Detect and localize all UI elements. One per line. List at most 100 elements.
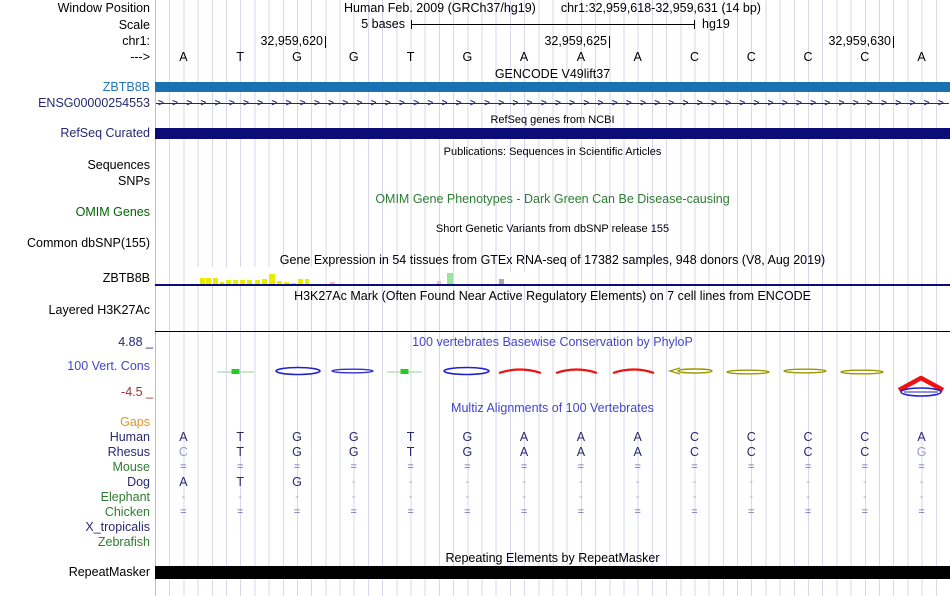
species-label-zebrafish[interactable]: Zebrafish xyxy=(0,535,150,550)
gtex-track-title: Gene Expression in 54 tissues from GTEx … xyxy=(279,253,826,267)
strand-arrow-glyph: > xyxy=(654,98,661,109)
strand-arrow-glyph: > xyxy=(810,98,817,109)
strand-arrow-glyph: > xyxy=(725,98,731,109)
base-letter: C xyxy=(746,50,756,64)
strand-arrow-glyph: > xyxy=(895,98,902,109)
strand-arrow-glyph: > xyxy=(923,98,930,109)
repeatmasker-label[interactable]: RepeatMasker xyxy=(0,565,150,580)
ensembl-transcript-label[interactable]: ENSG00000254553 xyxy=(0,96,150,111)
alignment-cell: A xyxy=(576,445,586,459)
species-label-human[interactable]: Human xyxy=(0,430,150,445)
alignment-cell: G xyxy=(462,445,473,459)
alignment-cell: - xyxy=(579,476,583,488)
strand-arrow-glyph: > xyxy=(866,98,873,109)
gencode-gene-label[interactable]: ZBTB8B xyxy=(0,80,150,95)
strand-arrow-glyph: > xyxy=(441,98,448,109)
base-letter: A xyxy=(179,50,188,64)
base-letter: C xyxy=(803,50,813,64)
alignment-cell: = xyxy=(577,461,585,473)
alignment-cell: A xyxy=(179,430,188,444)
assembly-title: Human Feb. 2009 (GRCh37/hg19) xyxy=(344,1,536,15)
alignment-cell: = xyxy=(180,506,187,518)
strand-arrow-glyph: > xyxy=(200,98,207,109)
alignment-cell: - xyxy=(465,491,470,503)
gencode-gene-bar[interactable] xyxy=(155,82,950,92)
dbsnp-track-title: Short Genetic Variants from dbSNP releas… xyxy=(435,223,670,235)
species-label-dog[interactable]: Dog xyxy=(0,475,150,490)
base-letter: G xyxy=(348,50,359,64)
strand-arrow-glyph: > xyxy=(937,98,944,109)
alignment-cell: = xyxy=(180,461,187,473)
snps-label[interactable]: SNPs xyxy=(0,174,150,189)
gtex-gene-label[interactable]: ZBTB8B xyxy=(0,271,150,286)
strand-arrow-glyph: > xyxy=(555,98,561,109)
alignment-cell: - xyxy=(635,476,640,488)
alignment-cell: - xyxy=(862,476,867,488)
alignment-cell: A xyxy=(633,445,642,459)
alignment-cell: - xyxy=(806,476,810,488)
alignment-cell: - xyxy=(862,491,867,503)
alignment-cell: T xyxy=(406,430,415,444)
genome-browser-view: Window Position Scale chr1: ---> Human F… xyxy=(0,0,950,596)
alignment-cell: T xyxy=(236,430,244,444)
conservation-label[interactable]: 100 Vert. Cons xyxy=(0,359,150,374)
alignment-cell: = xyxy=(634,461,641,473)
alignment-cell: - xyxy=(351,476,356,488)
species-label-x_tropicalis[interactable]: X_tropicalis xyxy=(0,520,150,535)
h3k27ac-label[interactable]: Layered H3K27Ac xyxy=(0,303,150,318)
ruler-coordinate: 32,959,630 xyxy=(828,34,891,48)
repeatmasker-bar[interactable] xyxy=(155,566,950,579)
alignment-cell: - xyxy=(749,491,754,503)
alignment-cell: = xyxy=(236,461,244,473)
alignment-cell: = xyxy=(691,506,698,518)
base-letter: A xyxy=(576,50,586,64)
ruler-tick xyxy=(325,36,326,48)
alignment-cell: - xyxy=(465,476,470,488)
refseq-curated-label[interactable]: RefSeq Curated xyxy=(0,126,150,141)
dbsnp-label[interactable]: Common dbSNP(155) xyxy=(0,236,150,251)
strand-arrow-glyph: > xyxy=(781,98,788,109)
alignment-cell: A xyxy=(179,475,188,489)
omim-genes-label[interactable]: OMIM Genes xyxy=(0,205,150,220)
transcript-arrow-row[interactable]: > > > > > > > > > > > > > > > > > > > > > > > > > > > > > > > > > > > > > > > >… xyxy=(155,97,950,110)
species-label-mouse[interactable]: Mouse xyxy=(0,460,150,475)
publications-track-title: Publications: Sequences in Scientific Ar… xyxy=(443,146,662,158)
sequences-label[interactable]: Sequences xyxy=(0,158,150,173)
alignment-cell: C xyxy=(803,430,813,444)
alignment-cell: - xyxy=(919,491,924,503)
alignment-cell: - xyxy=(408,476,413,488)
strand-arrow-glyph: > xyxy=(469,98,476,109)
strand-arrow-glyph: > xyxy=(342,98,349,109)
strand-arrow-glyph: > xyxy=(881,98,887,109)
species-label-elephant[interactable]: Elephant xyxy=(0,490,150,505)
alignment-cell: - xyxy=(238,491,242,503)
species-label-rhesus[interactable]: Rhesus xyxy=(0,445,150,460)
alignment-cell: C xyxy=(746,430,756,444)
alignment-cell: = xyxy=(520,506,528,518)
alignment-cell: = xyxy=(350,461,357,473)
base-letter: T xyxy=(236,50,244,64)
species-label-chicken[interactable]: Chicken xyxy=(0,505,150,520)
alignment-cell: - xyxy=(351,491,356,503)
strand-arrow-glyph: > xyxy=(271,98,278,109)
alignment-cell: - xyxy=(579,491,583,503)
window-position-label: Window Position xyxy=(57,1,150,15)
strand-arrow-glyph: > xyxy=(512,98,519,109)
strand-arrow-glyph: > xyxy=(172,98,179,109)
alignment-cell: C xyxy=(746,445,756,459)
alignment-cell: C xyxy=(689,430,699,444)
strand-arrow-glyph: > xyxy=(384,98,391,109)
alignment-cell: A xyxy=(633,430,642,444)
alignment-cell: = xyxy=(236,506,244,518)
refseq-gene-bar[interactable] xyxy=(155,128,950,139)
strand-arrow-glyph: > xyxy=(498,98,505,109)
h3k27ac-baseline xyxy=(155,331,950,332)
gtex-gene-model-line[interactable] xyxy=(155,284,950,286)
strand-arrow-glyph: > xyxy=(909,98,916,109)
species-label-gaps[interactable]: Gaps xyxy=(0,415,150,430)
strand-arrow-glyph: > xyxy=(739,98,746,109)
base-letter: C xyxy=(689,50,699,64)
position-range: chr1:32,959,618-32,959,631 (14 bp) xyxy=(560,1,761,15)
omim-track-title: OMIM Gene Phenotypes - Dark Green Can Be… xyxy=(375,192,730,206)
alignment-cell: C xyxy=(689,445,699,459)
